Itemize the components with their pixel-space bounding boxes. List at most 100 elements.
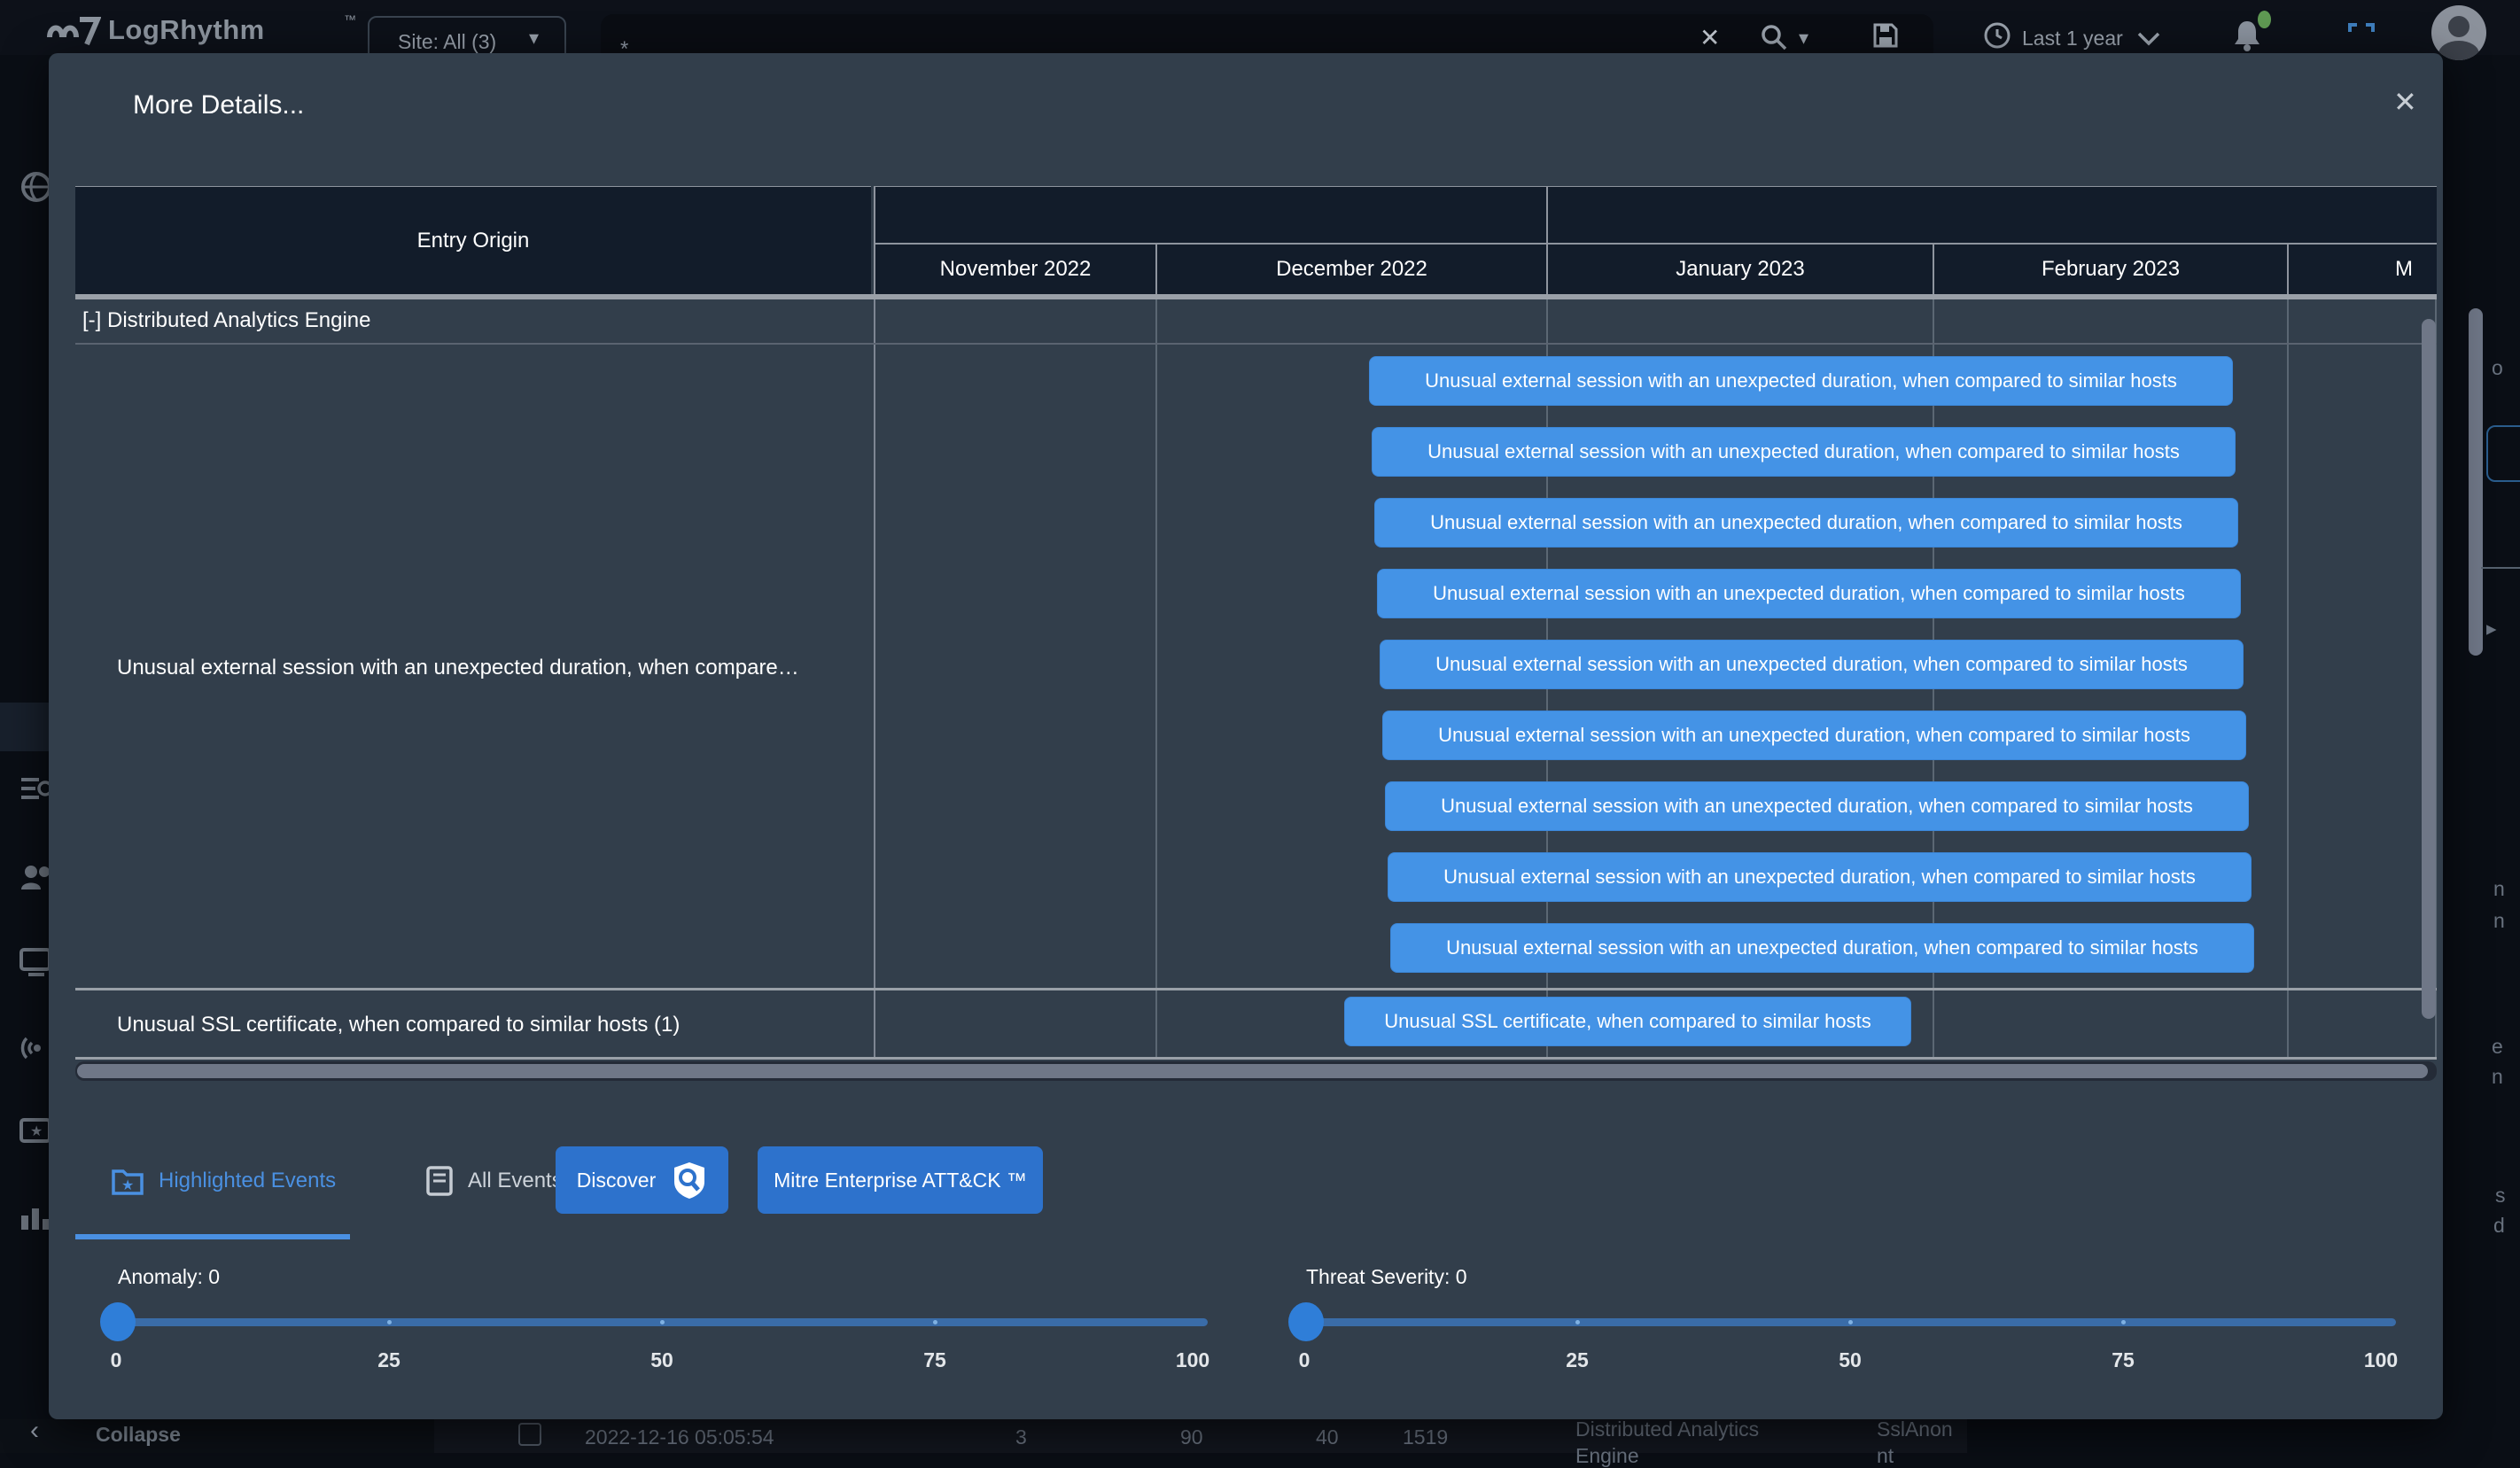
close-icon[interactable]: ✕ <box>2393 85 2417 119</box>
site-dropdown-label: Site: All (3) <box>398 30 496 54</box>
row-checkbox[interactable] <box>518 1423 541 1446</box>
header-separator <box>75 294 2437 299</box>
row-divider <box>75 343 2437 345</box>
list-doc-icon <box>425 1166 454 1196</box>
edge-fragment-line <box>2481 567 2520 569</box>
event-pill[interactable]: Unusual external session with an unexpec… <box>1385 781 2249 831</box>
tick-label: 0 <box>111 1348 122 1372</box>
clock-icon <box>1983 21 2011 50</box>
tab-label: All Events <box>468 1169 563 1193</box>
sidebar-footer: ‹ Collapse <box>0 1419 434 1453</box>
save-search-icon[interactable] <box>1871 21 1900 50</box>
event-pill[interactable]: Unusual external session with an unexpec… <box>1377 569 2241 618</box>
month-label: January 2023 <box>1676 257 1804 282</box>
shield-search-icon <box>672 1161 707 1200</box>
event-pill[interactable]: Unusual external session with an unexpec… <box>1374 498 2238 548</box>
collapse-chevron-icon[interactable]: ‹ <box>30 1416 39 1446</box>
svg-text:★: ★ <box>30 1124 43 1139</box>
notification-dot <box>2258 11 2271 28</box>
modal-vertical-scrollbar[interactable] <box>2422 319 2436 1019</box>
grid-line <box>1155 299 1157 1059</box>
discover-label: Discover <box>577 1169 656 1192</box>
mitre-label: Mitre Enterprise ATT&CK ™ <box>774 1169 1027 1192</box>
edge-fragment: e <box>2492 1035 2503 1059</box>
tick-label: 50 <box>1839 1348 1862 1372</box>
discover-button[interactable]: Discover <box>556 1146 728 1214</box>
edge-fragment: n <box>2493 877 2505 901</box>
grid-line <box>2287 299 2289 1059</box>
month-label: February 2023 <box>2042 257 2180 282</box>
avatar[interactable] <box>2431 5 2486 60</box>
tick-label: 100 <box>2364 1348 2398 1372</box>
entry-origin-label: Entry Origin <box>417 229 530 253</box>
month-label: November 2022 <box>940 257 1092 282</box>
tab-label: Highlighted Events <box>159 1169 336 1193</box>
anomaly-slider-label: Anomaly: 0 <box>118 1265 220 1289</box>
threat-severity-slider-thumb[interactable] <box>1288 1302 1324 1341</box>
expand-icon[interactable] <box>2348 23 2375 50</box>
event-pill[interactable]: Unusual external session with an unexpec… <box>1372 427 2236 477</box>
tick-label: 25 <box>1566 1348 1589 1372</box>
edge-fragment: d <box>2493 1214 2505 1238</box>
group-header-cell <box>1546 186 2437 243</box>
row-type-line1: SslAnon <box>1877 1418 1953 1441</box>
edge-fragment: s <box>2495 1184 2506 1208</box>
tab-highlighted-events[interactable]: ★ Highlighted Events <box>111 1166 336 1196</box>
event-pill[interactable]: Unusual external session with an unexpec… <box>1390 923 2254 973</box>
horizontal-scrollbar[interactable] <box>77 1064 2428 1078</box>
threat-severity-slider-group: Threat Severity: 0 0 25 50 75 100 <box>1304 1258 2396 1391</box>
tick-label: 75 <box>923 1348 946 1372</box>
edge-fragment: o <box>2492 356 2503 380</box>
tab-all-events[interactable]: All Events <box>425 1166 563 1196</box>
month-label: December 2022 <box>1276 257 1427 282</box>
tick-label: 75 <box>2112 1348 2135 1372</box>
event-pill-ssl[interactable]: Unusual SSL certificate, when compared t… <box>1344 997 1911 1046</box>
time-range-label[interactable]: Last 1 year <box>2022 27 2123 50</box>
event-pill[interactable]: Unusual external session with an unexpec… <box>1382 711 2246 760</box>
active-tab-indicator <box>75 1234 350 1239</box>
row-value: 90 <box>1180 1425 1203 1449</box>
anomaly-slider-group: Anomaly: 0 0 25 50 75 100 <box>116 1258 1208 1391</box>
search-icon[interactable] <box>1760 23 1788 51</box>
event-pill[interactable]: Unusual external session with an unexpec… <box>1369 356 2233 406</box>
month-header: November 2022 <box>874 243 1155 294</box>
search-clear-icon[interactable]: ✕ <box>1699 23 1720 52</box>
tick-label: 25 <box>377 1348 401 1372</box>
folder-star-icon: ★ <box>111 1166 144 1196</box>
timeline-table: Entry Origin November 2022 December 2022… <box>75 186 2437 1083</box>
edge-triangle-icon: ▸ <box>2486 617 2497 641</box>
grid-line <box>874 299 875 1059</box>
row-type-line2: nt <box>1877 1444 1894 1468</box>
site-caret-icon: ▾ <box>529 27 539 50</box>
event-pill[interactable]: Unusual external session with an unexpec… <box>1388 852 2252 902</box>
event-pill[interactable]: Unusual external session with an unexpec… <box>1380 640 2244 689</box>
row-value: 1519 <box>1403 1425 1448 1449</box>
row-origin-line2: Engine <box>1575 1444 1639 1468</box>
page-scrollbar[interactable] <box>2469 308 2483 656</box>
group-row-label[interactable]: [-] Distributed Analytics Engine <box>82 308 371 333</box>
row-value: 3 <box>1015 1425 1027 1449</box>
tick-label: 50 <box>650 1348 673 1372</box>
month-header: February 2023 <box>1933 243 2287 294</box>
modal-title: More Details... <box>133 90 304 120</box>
left-sidebar: ★ <box>0 55 49 1419</box>
anomaly-slider-thumb[interactable] <box>100 1302 136 1341</box>
logrhythm-logo-icon <box>46 14 101 46</box>
month-header: December 2022 <box>1155 243 1546 294</box>
threat-severity-slider-track[interactable] <box>1304 1318 2396 1326</box>
tick-label: 100 <box>1176 1348 1209 1372</box>
bottom-strip: ‹ Collapse 2022-12-16 05:05:54 3 90 40 1… <box>0 1419 2520 1453</box>
threat-severity-slider-label: Threat Severity: 0 <box>1306 1265 1467 1289</box>
row-divider <box>75 988 2437 990</box>
logo-trademark: ™ <box>344 12 356 27</box>
time-range-chevron-icon[interactable] <box>2137 32 2160 46</box>
svg-text:★: ★ <box>121 1178 134 1193</box>
sidebar-active-item <box>0 703 49 751</box>
collapse-button[interactable]: Collapse <box>96 1423 181 1447</box>
mitre-attack-button[interactable]: Mitre Enterprise ATT&CK ™ <box>758 1146 1043 1214</box>
top-bar: LogRhythm ™ Site: All (3) ▾ * ✕ ▾ Last 1… <box>0 0 2520 55</box>
month-header: M <box>2287 243 2437 294</box>
search-options-caret-icon[interactable]: ▾ <box>1799 27 1808 50</box>
anomaly-slider-track[interactable] <box>116 1318 1208 1326</box>
month-header: January 2023 <box>1546 243 1933 294</box>
